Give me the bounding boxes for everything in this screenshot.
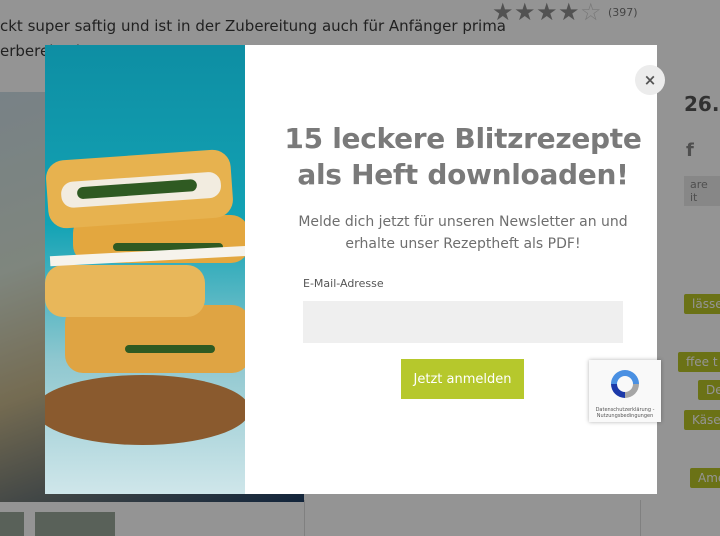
plate-shape xyxy=(45,375,245,445)
sandwich-shape xyxy=(45,265,205,317)
description-line: erhalte unser Rezeptheft als PDF! xyxy=(345,236,581,252)
email-label: E-Mail-Adresse xyxy=(303,277,384,290)
modal-description: Melde dich jetzt für unseren Newsletter … xyxy=(245,211,681,255)
sandwich-shape xyxy=(45,148,235,230)
email-field[interactable] xyxy=(303,301,623,343)
modal-food-image xyxy=(45,45,245,494)
modal-content: × 15 leckere Blitzrezepte als Heft downl… xyxy=(245,45,665,494)
headline-line: 15 leckere Blitzrezepte xyxy=(284,122,642,155)
recaptcha-badge[interactable]: Datenschutzerklärung - Nutzungsbedingung… xyxy=(589,360,661,422)
description-line: Melde dich jetzt für unseren Newsletter … xyxy=(298,214,628,230)
close-button[interactable]: × xyxy=(635,65,665,95)
recaptcha-terms[interactable]: Datenschutzerklärung - Nutzungsbedingung… xyxy=(591,407,659,419)
close-icon: × xyxy=(643,71,657,89)
modal-headline: 15 leckere Blitzrezepte als Heft downloa… xyxy=(245,121,681,193)
newsletter-modal: × 15 leckere Blitzrezepte als Heft downl… xyxy=(45,45,665,494)
headline-line: als Heft downloaden! xyxy=(297,158,629,191)
recaptcha-icon xyxy=(611,370,639,398)
subscribe-button[interactable]: Jetzt anmelden xyxy=(401,359,524,399)
